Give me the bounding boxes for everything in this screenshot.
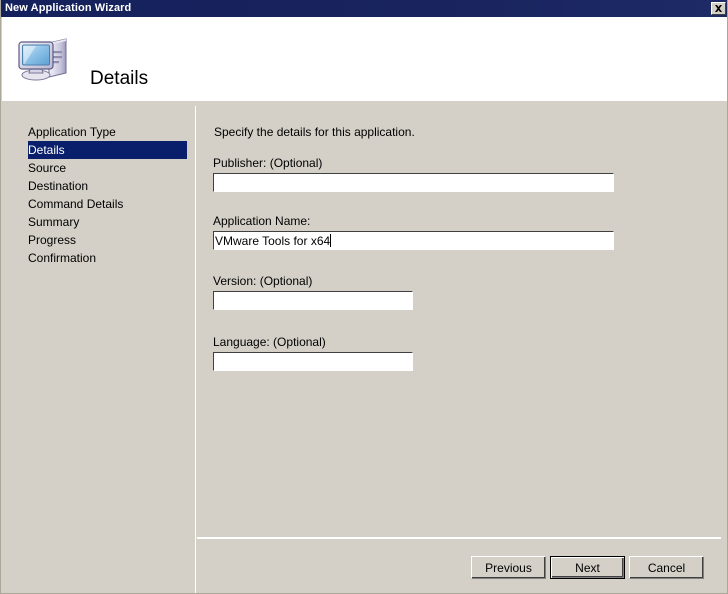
footer-area: Previous Next Cancel	[197, 539, 721, 593]
page-title: Details	[90, 68, 149, 89]
language-input[interactable]	[213, 352, 413, 371]
publisher-input[interactable]	[213, 173, 614, 192]
sidebar-item-label: Source	[28, 161, 67, 175]
wizard-steps-sidebar: Application Type Details Source Destinat…	[9, 106, 196, 593]
sidebar-item-label: Progress	[28, 233, 77, 247]
sidebar-item-source[interactable]: Source	[9, 159, 195, 177]
title-bar[interactable]: New Application Wizard	[1, 0, 727, 17]
cancel-button-label: Cancel	[647, 560, 686, 575]
sidebar-item-progress[interactable]: Progress	[9, 231, 195, 249]
sidebar-item-summary[interactable]: Summary	[9, 213, 195, 231]
cancel-button[interactable]: Cancel	[629, 556, 704, 579]
field-group-application-name: Application Name: VMware Tools for x64	[213, 214, 614, 250]
sidebar-item-confirmation[interactable]: Confirmation	[9, 249, 195, 267]
sidebar-item-label: Destination	[28, 179, 89, 193]
sidebar-item-label: Summary	[28, 215, 80, 229]
form-area: Specify the details for this application…	[197, 106, 721, 537]
application-name-input[interactable]: VMware Tools for x64	[213, 231, 614, 250]
field-group-publisher: Publisher: (Optional)	[213, 156, 614, 192]
application-name-value: VMware Tools for x64	[215, 233, 331, 248]
sidebar-item-details[interactable]: Details	[28, 141, 187, 159]
version-input[interactable]	[213, 291, 413, 310]
close-icon	[714, 4, 723, 13]
sidebar-item-label: Details	[28, 143, 65, 157]
field-group-language: Language: (Optional)	[213, 335, 413, 371]
sidebar-item-label: Confirmation	[28, 251, 97, 265]
wizard-button-row: Previous Next Cancel	[197, 556, 721, 582]
previous-button[interactable]: Previous	[471, 556, 546, 579]
wizard-body: Application Type Details Source Destinat…	[1, 101, 727, 593]
text-caret	[330, 234, 332, 247]
next-button-label: Next	[575, 560, 600, 575]
version-label: Version: (Optional)	[213, 274, 313, 288]
close-button[interactable]	[711, 2, 726, 15]
sidebar-item-label: Application Type	[28, 125, 116, 139]
wizard-header: Details	[2, 17, 727, 101]
sidebar-item-destination[interactable]: Destination	[9, 177, 195, 195]
wizard-main-panel: Specify the details for this application…	[197, 106, 721, 593]
window-title: New Application Wizard	[5, 2, 132, 14]
wizard-window: New Application Wizard Details Applicati…	[0, 0, 728, 594]
computer-icon	[16, 33, 74, 85]
sidebar-item-command-details[interactable]: Command Details	[9, 195, 195, 213]
previous-button-label: Previous	[485, 560, 532, 575]
application-name-label: Application Name:	[213, 214, 311, 228]
instruction-text: Specify the details for this application…	[214, 125, 415, 139]
sidebar-item-application-type[interactable]: Application Type	[9, 123, 195, 141]
sidebar-item-label: Command Details	[28, 197, 124, 211]
next-button[interactable]: Next	[550, 556, 625, 579]
publisher-label: Publisher: (Optional)	[213, 156, 323, 170]
language-label: Language: (Optional)	[213, 335, 326, 349]
field-group-version: Version: (Optional)	[213, 274, 413, 310]
